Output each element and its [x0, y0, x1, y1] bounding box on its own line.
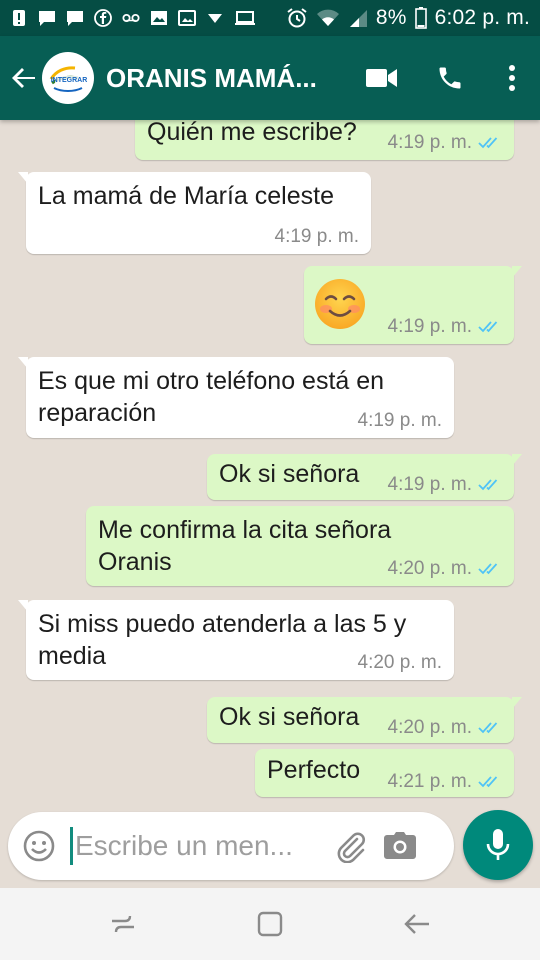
message-text: Quién me escribe? [147, 120, 357, 146]
notification-icons [10, 9, 256, 27]
message-time: 4:19 p. m. [387, 132, 473, 153]
home-icon [257, 911, 283, 937]
message-text: La mamá de María celeste [38, 182, 334, 210]
clock: 6:02 p. m. [434, 6, 530, 29]
mic-icon [486, 829, 510, 860]
alert-icon [10, 9, 28, 27]
system-nav-bar [0, 888, 540, 960]
read-receipt-icon [478, 478, 502, 492]
integrar-logo: INTEGRAR [43, 53, 93, 103]
read-receipt-icon [478, 775, 502, 789]
chat-icon [66, 9, 84, 27]
more-options-button[interactable] [484, 48, 540, 108]
battery-icon [414, 7, 427, 29]
svg-text:INTEGRAR: INTEGRAR [51, 77, 88, 84]
contact-avatar[interactable]: INTEGRAR [42, 52, 94, 104]
message-time: 4:19 p. m. [387, 316, 473, 337]
voice-call-button[interactable] [416, 48, 484, 108]
message-text: Ok si señora [219, 460, 360, 488]
read-receipt-icon [478, 562, 502, 576]
outgoing-message[interactable]: Me confirma la cita señora Oranis 4:20 p… [86, 506, 514, 586]
back-nav-button[interactable] [387, 894, 447, 954]
message-meta: 4:19 p. m. [388, 132, 503, 154]
voicemail-icon [122, 9, 140, 27]
smiling-face-emoji-icon [315, 279, 365, 329]
message-meta: 4:20 p. m. [388, 558, 503, 580]
message-meta: 4:19 p. m. [388, 474, 503, 496]
outgoing-message[interactable]: Ok si señora 4:19 p. m. [207, 454, 522, 500]
dropdown-icon [206, 9, 224, 27]
message-time: 4:19 p. m. [387, 474, 473, 495]
attach-button[interactable] [333, 829, 367, 863]
outgoing-message[interactable]: Quién me escribe? 4:19 p. m. [135, 120, 514, 160]
phone-icon [439, 67, 461, 89]
chat-toolbar: INTEGRAR ORANIS MAMÁ... [0, 36, 540, 120]
message-meta: 4:19 p. m. [358, 410, 443, 432]
message-time: 4:19 p. m. [357, 410, 443, 431]
incoming-message[interactable]: Si miss puedo atenderla a las 5 y media … [18, 600, 454, 680]
message-meta: 4:19 p. m. [275, 226, 360, 248]
message-time: 4:19 p. m. [274, 226, 360, 247]
message-text: Perfecto [267, 756, 361, 784]
outgoing-message[interactable]: ☺️ 4:19 p. m. [304, 266, 522, 344]
emoji-icon [23, 830, 55, 862]
message-time: 4:20 p. m. [357, 652, 443, 673]
recents-icon [112, 915, 135, 933]
message-time: 4:20 p. m. [387, 558, 473, 579]
video-call-button[interactable] [348, 48, 416, 108]
recents-button[interactable] [93, 894, 153, 954]
message-time: 4:21 p. m. [387, 771, 473, 792]
read-receipt-icon [478, 320, 502, 334]
message-time: 4:20 p. m. [387, 717, 473, 738]
alarm-icon [286, 7, 308, 29]
attach-icon [337, 832, 365, 863]
back-icon [403, 914, 429, 934]
message-meta: 4:21 p. m. [388, 771, 503, 793]
home-button[interactable] [240, 894, 300, 954]
camera-button[interactable] [383, 831, 417, 861]
back-button[interactable] [2, 48, 46, 108]
wifi-icon [316, 7, 340, 29]
message-composer: Escribe un men... [8, 812, 454, 880]
status-bar: 8% 6:02 p. m. [0, 0, 540, 36]
video-call-icon [366, 69, 397, 87]
text-cursor [70, 827, 73, 865]
system-icons: 8% 6:02 p. m. [286, 6, 530, 30]
chat-icon [38, 9, 56, 27]
contact-name[interactable]: ORANIS MAMÁ... [106, 63, 317, 94]
message-list[interactable]: Quién me escribe? 4:19 p. m. La mamá de … [0, 120, 540, 810]
outgoing-message[interactable]: Ok si señora 4:20 p. m. [207, 697, 522, 743]
message-meta: 4:20 p. m. [358, 652, 443, 674]
image-icon [150, 9, 168, 27]
read-receipt-icon [478, 136, 502, 150]
message-meta: 4:20 p. m. [388, 717, 503, 739]
message-text: Ok si señora [219, 703, 360, 731]
incoming-message[interactable]: Es que mi otro teléfono está en reparaci… [18, 357, 454, 438]
emoji-button[interactable] [22, 829, 56, 863]
camera-icon [384, 832, 416, 859]
message-input[interactable]: Escribe un men... [75, 830, 315, 862]
gallery-icon [178, 9, 196, 27]
read-receipt-icon [478, 721, 502, 735]
laptop-icon [234, 9, 256, 27]
signal-icon [348, 9, 368, 27]
message-meta: 4:19 p. m. [388, 316, 503, 338]
facebook-icon [94, 9, 112, 27]
incoming-message[interactable]: La mamá de María celeste 4:19 p. m. [18, 172, 371, 254]
more-vert-icon [509, 65, 515, 91]
back-arrow-icon [12, 68, 35, 88]
outgoing-message[interactable]: Perfecto 4:21 p. m. [255, 749, 514, 797]
battery-percent: 8% [375, 6, 407, 29]
voice-message-button[interactable] [463, 810, 533, 880]
